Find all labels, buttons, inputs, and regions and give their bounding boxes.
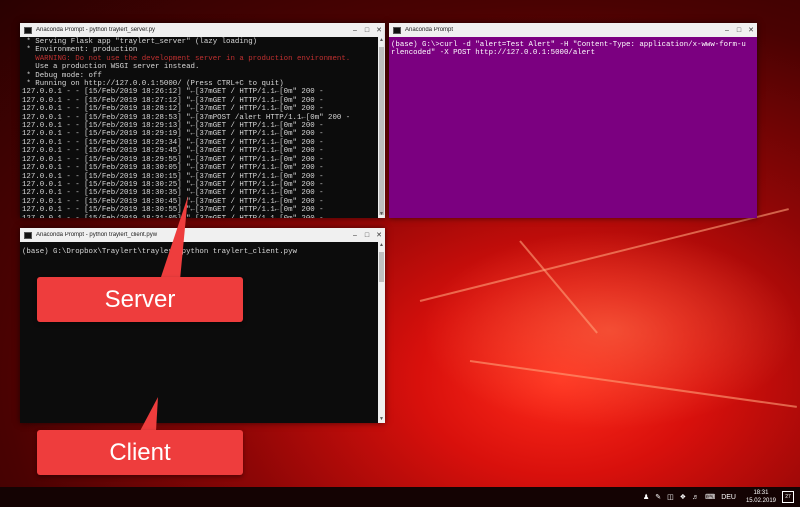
console-text: (base) G:\Dropbox\Traylert\traylert>pyth… <box>20 242 385 257</box>
console-text: * Serving Flask app "traylert_server" (l… <box>20 37 385 218</box>
clock[interactable]: 18:31 15.02.2019 <box>746 489 776 505</box>
console-line: 127.0.0.1 - - [15/Feb/2019 18:29:13] "←[… <box>22 122 324 131</box>
close-icon[interactable]: ✕ <box>745 26 757 34</box>
server-console-window[interactable]: Anaconda Prompt - python traylert_server… <box>20 23 385 218</box>
console-line: 127.0.0.1 - - [15/Feb/2019 18:29:19] "←[… <box>22 130 324 139</box>
console-output[interactable]: (base) G:\Dropbox\Traylert\traylert>pyth… <box>20 242 385 423</box>
console-line: * Debug mode: off <box>22 71 102 80</box>
client-callout-pointer <box>140 397 158 431</box>
console-line: 127.0.0.1 - - [15/Feb/2019 18:30:45] "←[… <box>22 197 324 206</box>
pen-icon[interactable]: ✎ <box>655 493 661 501</box>
console-line: (base) G:\Dropbox\Traylert\traylert>pyth… <box>22 248 297 256</box>
console-icon <box>24 26 32 34</box>
scrollbar-thumb[interactable] <box>379 252 384 282</box>
console-line: 127.0.0.1 - - [15/Feb/2019 18:28:53] "←[… <box>22 113 351 122</box>
clock-time: 18:31 <box>753 490 769 496</box>
console-line: 127.0.0.1 - - [15/Feb/2019 18:26:12] "←[… <box>22 88 324 97</box>
console-line: 127.0.0.1 - - [15/Feb/2019 18:29:34] "←[… <box>22 138 324 147</box>
close-icon[interactable]: ✕ <box>373 231 385 239</box>
maximize-icon[interactable]: □ <box>361 232 373 239</box>
window-title: Anaconda Prompt - python traylert_server… <box>36 27 156 33</box>
scroll-down-icon[interactable]: ▼ <box>378 416 385 423</box>
console-line: 127.0.0.1 - - [15/Feb/2019 18:31:05] "←[… <box>22 215 383 218</box>
notification-center-icon[interactable]: 27 <box>782 491 794 503</box>
client-console-window[interactable]: Anaconda Prompt - python traylert_client… <box>20 228 385 423</box>
console-output[interactable]: * Serving Flask app "traylert_server" (l… <box>20 37 385 218</box>
dropbox-icon[interactable]: ❖ <box>680 493 686 501</box>
maximize-icon[interactable]: □ <box>733 27 745 34</box>
console-output[interactable]: (base) G:\>curl -d "alert=Test Alert" -H… <box>389 37 757 218</box>
console-line: 127.0.0.1 - - [15/Feb/2019 18:30:55] "←[… <box>22 206 324 215</box>
console-line: 127.0.0.1 - - [15/Feb/2019 18:30:25] "←[… <box>22 180 324 189</box>
server-callout: Server <box>37 277 243 322</box>
console-line: * Environment: production <box>22 46 138 55</box>
scroll-up-icon[interactable]: ▲ <box>378 37 385 44</box>
minimize-icon[interactable]: – <box>349 232 361 239</box>
close-icon[interactable]: ✕ <box>373 26 385 34</box>
console-line: 127.0.0.1 - - [15/Feb/2019 18:30:05] "←[… <box>22 164 324 173</box>
console-icon <box>393 26 401 34</box>
scroll-down-icon[interactable]: ▼ <box>378 211 385 218</box>
console-line: 127.0.0.1 - - [15/Feb/2019 18:28:12] "←[… <box>22 105 324 114</box>
server-callout-pointer <box>160 196 188 280</box>
volume-icon[interactable]: ♬ <box>692 494 699 501</box>
taskbar: ♟ ✎ ◫ ❖ ♬ ⌨ DEU 18:31 15.02.2019 27 <box>0 487 800 507</box>
scrollbar[interactable]: ▲ ▼ <box>378 242 385 423</box>
maximize-icon[interactable]: □ <box>361 27 373 34</box>
network-icon[interactable]: ◫ <box>667 493 674 501</box>
console-line: 127.0.0.1 - - [15/Feb/2019 18:30:35] "←[… <box>22 189 324 198</box>
console-line: 127.0.0.1 - - [15/Feb/2019 18:27:12] "←[… <box>22 96 324 105</box>
scrollbar[interactable]: ▲ ▼ <box>378 37 385 218</box>
console-line: 127.0.0.1 - - [15/Feb/2019 18:30:15] "←[… <box>22 172 324 181</box>
console-line: Use a production WSGI server instead. <box>22 63 200 72</box>
person-icon[interactable]: ♟ <box>643 493 649 501</box>
minimize-icon[interactable]: – <box>349 27 361 34</box>
system-tray: ♟ ✎ ◫ ❖ ♬ ⌨ DEU 18:31 15.02.2019 27 <box>637 487 800 507</box>
window-titlebar[interactable]: Anaconda Prompt - python traylert_client… <box>20 228 385 242</box>
window-title: Anaconda Prompt <box>405 27 454 33</box>
console-text: (base) G:\>curl -d "alert=Test Alert" -H… <box>389 37 757 59</box>
console-icon <box>24 231 32 239</box>
curl-console-window[interactable]: Anaconda Prompt – □ ✕ (base) G:\>curl -d… <box>389 23 757 218</box>
console-line: rlencoded" -X POST http://127.0.0.1:5000… <box>391 49 596 58</box>
minimize-icon[interactable]: – <box>721 27 733 34</box>
window-titlebar[interactable]: Anaconda Prompt – □ ✕ <box>389 23 757 37</box>
console-line: WARNING: Do not use the development serv… <box>22 54 351 63</box>
window-titlebar[interactable]: Anaconda Prompt - python traylert_server… <box>20 23 385 37</box>
clock-date: 15.02.2019 <box>745 498 776 504</box>
language-indicator[interactable]: DEU <box>721 494 736 501</box>
client-callout: Client <box>37 430 243 475</box>
console-line: * Serving Flask app "traylert_server" (l… <box>22 38 258 46</box>
scroll-up-icon[interactable]: ▲ <box>378 242 385 249</box>
console-line: 127.0.0.1 - - [15/Feb/2019 18:29:45] "←[… <box>22 147 324 156</box>
console-line: 127.0.0.1 - - [15/Feb/2019 18:29:55] "←[… <box>22 155 324 164</box>
console-line: * Running on http://127.0.0.1:5000/ (Pre… <box>22 80 284 89</box>
console-line: (base) G:\>curl -d "alert=Test Alert" -H… <box>391 41 746 49</box>
keyboard-icon[interactable]: ⌨ <box>705 493 715 501</box>
scrollbar-thumb[interactable] <box>379 47 384 215</box>
